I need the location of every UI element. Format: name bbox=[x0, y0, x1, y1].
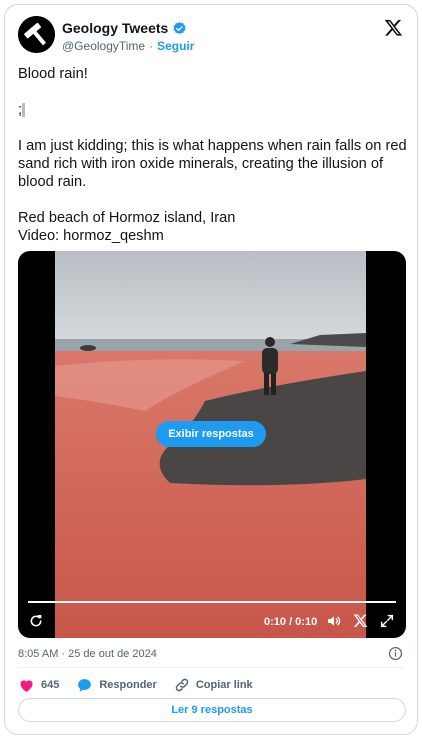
tweet-body: Blood rain! ; I am just kidding; this is… bbox=[18, 65, 410, 245]
tweet-line-1: Blood rain! bbox=[18, 66, 88, 82]
tweet-line-5: Video: hormoz_qeshm bbox=[18, 228, 164, 244]
read-replies-button[interactable]: Ler 9 respostas bbox=[18, 698, 406, 722]
speech-bubble-icon bbox=[78, 678, 92, 692]
handle-separator: · bbox=[149, 39, 154, 53]
video-player[interactable]: Exibir respostas 0:10 / 0:10 bbox=[18, 251, 406, 638]
like-count: 645 bbox=[41, 679, 60, 691]
text-cursor-mark bbox=[22, 103, 26, 118]
hammer-logo-icon bbox=[18, 16, 55, 53]
video-progress-bar[interactable] bbox=[28, 601, 396, 603]
author-display-name[interactable]: Geology Tweets bbox=[62, 20, 168, 36]
x-watermark-icon[interactable] bbox=[353, 613, 368, 628]
tweet-timestamp[interactable]: 8:05 AM · 25 de out de 2024 bbox=[18, 648, 157, 660]
avatar[interactable] bbox=[18, 16, 55, 53]
replay-icon[interactable] bbox=[28, 613, 44, 629]
info-icon[interactable] bbox=[388, 646, 403, 661]
author-handle[interactable]: @GeologyTime bbox=[62, 39, 145, 53]
reply-button[interactable]: Responder bbox=[76, 677, 157, 694]
video-time: 0:10 / 0:10 bbox=[264, 616, 318, 628]
fullscreen-icon[interactable] bbox=[379, 613, 395, 629]
like-button[interactable]: 645 bbox=[18, 677, 59, 694]
action-bar: 645 Responder Copiar link bbox=[18, 675, 270, 695]
volume-icon[interactable] bbox=[326, 613, 342, 629]
show-replies-button[interactable]: Exibir respostas bbox=[156, 421, 266, 447]
copy-link-label: Copiar link bbox=[195, 679, 253, 691]
video-progress-fill bbox=[28, 601, 396, 603]
x-logo-icon[interactable] bbox=[384, 18, 403, 37]
reply-label: Responder bbox=[99, 679, 157, 691]
link-icon bbox=[175, 678, 189, 692]
heart-icon bbox=[20, 679, 33, 692]
verified-badge-icon bbox=[173, 21, 186, 34]
tweet-card: Geology Tweets @GeologyTime · Seguir Blo… bbox=[4, 4, 418, 735]
follow-button[interactable]: Seguir bbox=[157, 39, 194, 53]
footer-divider bbox=[18, 667, 404, 668]
copy-link-button[interactable]: Copiar link bbox=[174, 677, 253, 693]
tweet-line-4: Red beach of Hormoz island, Iran bbox=[18, 210, 236, 226]
tweet-line-3: I am just kidding; this is what happens … bbox=[18, 138, 407, 190]
